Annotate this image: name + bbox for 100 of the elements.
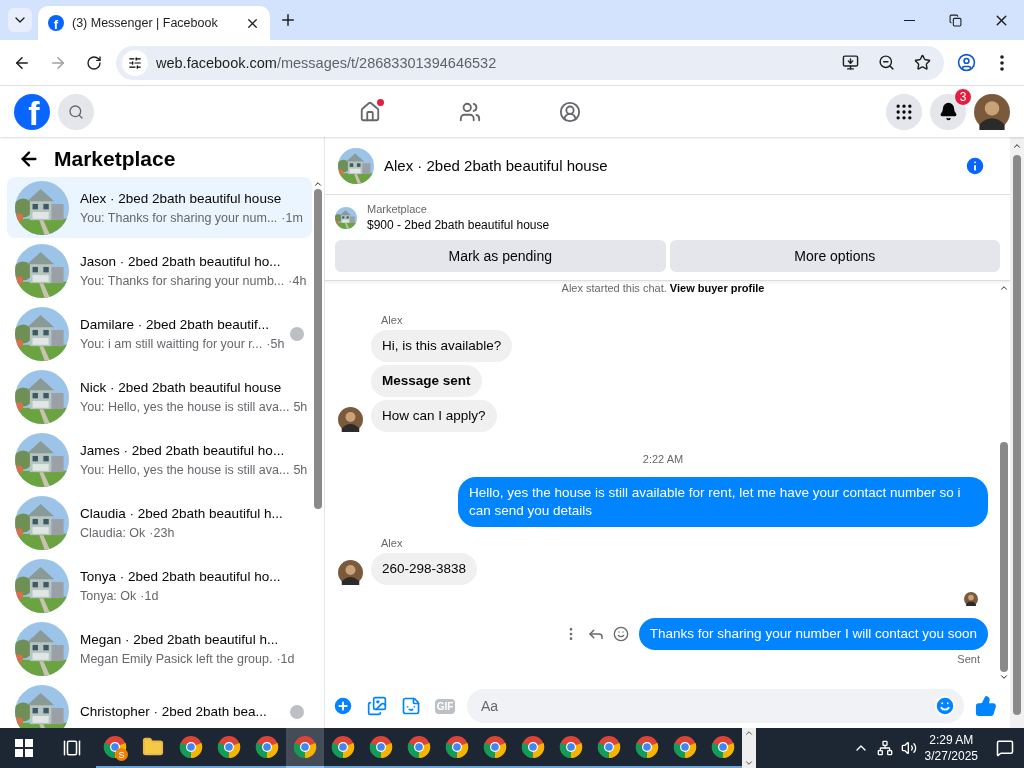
conversation-title: James · 2bed 2bath beautiful ho...: [80, 442, 286, 459]
account-button[interactable]: [974, 93, 1010, 130]
zoom-out-icon: [877, 54, 895, 71]
conversation-title: Damilare · 2bed 2bath beautif...: [80, 316, 271, 333]
conversation-item[interactable]: James · 2bed 2bath beautiful ho... You: Hello, yes the house is still ava... 5h: [7, 429, 312, 490]
restore-icon: [948, 13, 962, 27]
menu-button[interactable]: [886, 93, 922, 130]
address-bar[interactable]: web.facebook.com/messages/t/28683301394646532: [116, 45, 944, 80]
sender-avatar: [338, 407, 363, 432]
seen-avatar: [964, 592, 978, 606]
listing-title: $900 - 2bed 2bath beautiful house: [367, 218, 550, 232]
message-time: ·1d: [276, 652, 295, 666]
search-icon: [68, 103, 84, 120]
scroll-up-icon: [313, 179, 323, 189]
like-button[interactable]: [974, 694, 998, 718]
sliders-icon: [128, 55, 142, 70]
chrome-icon: [293, 735, 317, 759]
sender-avatar: [338, 560, 363, 585]
chrome-icon: [445, 735, 469, 759]
photos-icon: [367, 696, 387, 716]
chrome-icon: [711, 735, 735, 759]
message-time: 5h: [293, 400, 308, 414]
message-preview: Megan Emily Pasick left the group.: [80, 652, 273, 666]
chat-title: Alex · 2bed 2bath beautiful house: [384, 157, 609, 174]
clock[interactable]: 2:29 AM 3/27/2025: [924, 732, 978, 764]
conversation-title: Nick · 2bed 2bath beautiful house: [80, 379, 283, 396]
message-time: ·1m: [281, 211, 303, 225]
chrome-icon: [217, 735, 241, 759]
chrome-icon: [331, 735, 355, 759]
volume-icon[interactable]: [900, 740, 917, 756]
profile-avatar: [974, 93, 1010, 130]
conversation-item[interactable]: Tonya · 2bed 2bath beautiful ho... Tonya: Ok ·1d: [7, 555, 312, 616]
chat-start-note: Alex started this chat. View buyer profile: [560, 281, 766, 296]
conversation-item[interactable]: Alex · 2bed 2bath beautiful house You: Thanks for sharing your num... ·1m: [7, 177, 312, 238]
photo-button[interactable]: [365, 694, 389, 718]
info-icon[interactable]: [964, 154, 986, 177]
conversation-title: Alex · 2bed 2bath beautiful house: [80, 190, 283, 207]
conversation-title: Tonya · 2bed 2bath beautiful ho...: [80, 568, 282, 585]
chrome-icon: [407, 735, 431, 759]
thumbs-up-icon: [975, 695, 997, 717]
message-preview: You: Hello, yes the house is still ava...: [80, 463, 290, 477]
task-view-icon: [63, 739, 81, 757]
notification-count: 3: [954, 87, 972, 106]
message-status: Sent: [957, 653, 980, 665]
outgoing-message: Hello, yes the house is still available for rent, let me have your contact number so i can send you details: [458, 477, 988, 527]
timestamp: 2:22 AM: [641, 453, 685, 465]
view-profile-link[interactable]: View buyer profile: [669, 282, 765, 294]
scroll-down-icon: [999, 672, 1009, 682]
windows-icon: [15, 739, 33, 757]
incoming-message: Hi, is this available?: [371, 330, 513, 362]
chrome-icon: [369, 735, 393, 759]
taskbar-app[interactable]: [286, 728, 324, 768]
facebook-logo[interactable]: f: [14, 93, 50, 130]
message-time: ·1d: [140, 589, 159, 603]
chrome-icon: [255, 735, 279, 759]
notifications-button[interactable]: [930, 93, 966, 130]
chrome-icon: [521, 735, 545, 759]
message-time: ·4h: [288, 274, 307, 288]
action-button[interactable]: More options: [669, 240, 1000, 272]
minimize-icon: [903, 19, 915, 21]
message-preview: You: i am still waitting for your r...: [80, 337, 263, 351]
reload-icon: [86, 54, 102, 71]
outgoing-message: Thanks for sharing your number I will contact you soon: [638, 618, 988, 650]
message-time: ·23h: [149, 526, 175, 540]
conversation-title: Christopher · 2bed 2bath bea...: [80, 703, 268, 720]
chrome-icon: [559, 735, 583, 759]
conversation-item[interactable]: Claudia · 2bed 2bath beautiful h... Claudia: Ok ·23h: [7, 492, 312, 553]
conversation-item[interactable]: Megan · 2bed 2bath beautiful h... Megan Emily Pasick left the group. ·1d: [7, 618, 312, 679]
conversation-item[interactable]: Nick · 2bed 2bath beautiful house You: Hello, yes the house is still ava... 5h: [7, 366, 312, 427]
message-preview: Claudia: Ok: [80, 526, 146, 540]
action-button[interactable]: Mark as pending: [335, 240, 666, 272]
add-button[interactable]: [331, 694, 355, 718]
tab-search-button[interactable]: [8, 8, 32, 32]
message-input[interactable]: Aa: [479, 697, 934, 715]
search-button[interactable]: [58, 93, 94, 130]
facebook-favicon-icon: f: [48, 15, 64, 31]
conversation-title: Claudia · 2bed 2bath beautiful h...: [80, 505, 284, 522]
user-circle-icon: [559, 100, 581, 123]
scroll-up-icon: [999, 283, 1009, 293]
incoming-message: Message sent: [371, 365, 482, 397]
incoming-message: 260-298-3838: [371, 553, 478, 585]
sender-name: Alex: [381, 314, 404, 326]
message-time: ·5h: [266, 337, 285, 351]
notifications-icon[interactable]: [996, 739, 1014, 757]
react-icon[interactable]: [612, 626, 629, 642]
plus-icon: [332, 695, 354, 717]
browser-tab[interactable]: f (3) Messenger | Facebook: [38, 6, 270, 40]
profile-badge: S: [115, 748, 128, 761]
message-preview: You: Hello, yes the house is still ava...: [80, 400, 290, 414]
site-info-button[interactable]: [122, 49, 148, 76]
sender-name: Alex: [381, 537, 404, 549]
emoji-icon[interactable]: [934, 695, 956, 717]
chrome-icon: [635, 735, 659, 759]
message-field[interactable]: Aa: [467, 689, 964, 723]
page-scrollbar[interactable]: [1010, 137, 1024, 728]
listing-label: Marketplace: [367, 203, 428, 215]
conversation-item[interactable]: Jason · 2bed 2bath beautiful ho... You: Thanks for sharing your numb... ·4h: [7, 240, 312, 301]
plus-icon: [279, 11, 297, 29]
network-icon[interactable]: [876, 740, 893, 756]
conversation-item[interactable]: Damilare · 2bed 2bath beautif... You: i am still waitting for your r... ·5h: [7, 303, 312, 364]
